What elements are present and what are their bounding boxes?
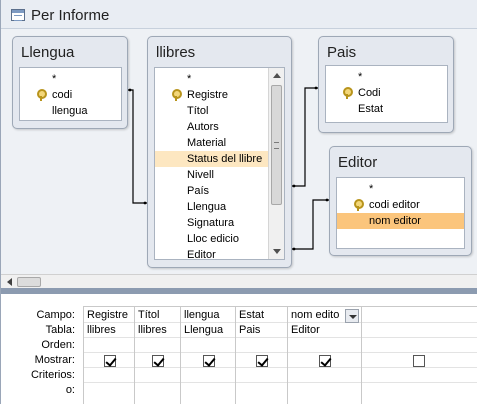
- design-horizontal-scrollbar[interactable]: [1, 274, 477, 288]
- relationship-join-lines: [128, 86, 329, 251]
- query-design-window: Per Informe Llengua * codi llengua llibr…: [0, 0, 477, 404]
- row-label-criterios: Criterios:: [30, 369, 75, 381]
- grid-mostrar-checkbox[interactable]: [104, 355, 116, 367]
- title-bar[interactable]: Per Informe: [1, 0, 477, 29]
- window-title: Per Informe: [31, 7, 110, 24]
- chevron-down-icon[interactable]: [345, 309, 359, 323]
- grid-campo-cell[interactable]: Registre: [84, 308, 134, 323]
- grid-campo-cell[interactable]: llengua: [181, 308, 235, 323]
- grid-mostrar-checkbox[interactable]: [256, 355, 268, 367]
- grid-mostrar-checkbox[interactable]: [319, 355, 331, 367]
- grid-campo-cell[interactable]: nom edito: [288, 308, 344, 323]
- row-label-o: o:: [65, 384, 75, 396]
- grid-tabla-cell[interactable]: llibres: [84, 323, 134, 338]
- row-label-orden: Orden:: [41, 339, 75, 351]
- grid-tabla-cell[interactable]: [362, 323, 477, 338]
- row-label-mostrar: Mostrar:: [34, 354, 75, 366]
- grid-tabla-cell[interactable]: Editor: [288, 323, 360, 338]
- grid-row-divider: [83, 352, 477, 353]
- row-label-campo: Campo:: [36, 309, 75, 321]
- grid-campo-cell[interactable]: Estat: [236, 308, 287, 323]
- grid-tabla-cell[interactable]: Pais: [236, 323, 287, 338]
- grid-mostrar-checkbox[interactable]: [413, 355, 425, 367]
- grid-top-border: [83, 306, 477, 307]
- row-label-tabla: Tabla:: [45, 324, 75, 336]
- query-design-grid: Campo: Tabla: Orden: Mostrar: Criterios:…: [1, 294, 477, 404]
- horizontal-scroll-thumb[interactable]: [17, 277, 41, 287]
- join-line-llibres-editor: [292, 199, 329, 250]
- grid-tabla-cell[interactable]: Llengua: [181, 323, 235, 338]
- join-line-llengua-llibres: [128, 89, 147, 204]
- grid-row-divider: [83, 367, 477, 368]
- grid-campo-cell[interactable]: [362, 308, 477, 323]
- grid-tabla-cell[interactable]: llibres: [135, 323, 180, 338]
- grid-campo-cell[interactable]: Títol: [135, 308, 180, 323]
- grid-mostrar-checkbox[interactable]: [203, 355, 215, 367]
- grid-row-divider: [83, 382, 477, 383]
- scroll-left-arrow-icon[interactable]: [5, 277, 15, 287]
- query-icon: [11, 9, 25, 21]
- grid-mostrar-checkbox[interactable]: [152, 355, 164, 367]
- table-design-pane: Llengua * codi llengua llibres * Registr…: [1, 29, 477, 274]
- join-line-llibres-pais: [292, 87, 318, 187]
